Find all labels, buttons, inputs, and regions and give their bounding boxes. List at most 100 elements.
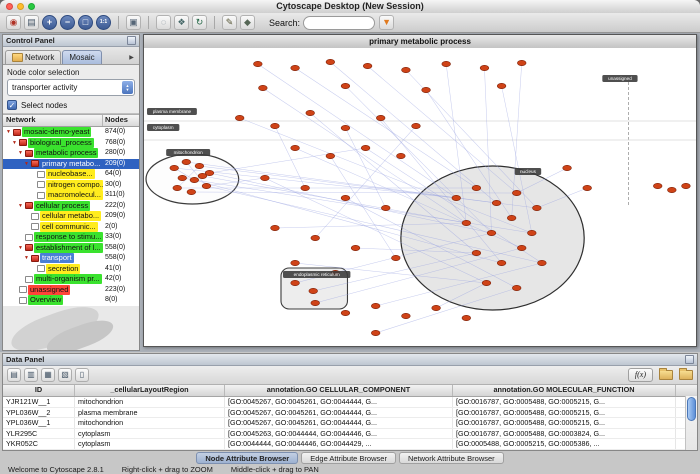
- graph-node[interactable]: [492, 200, 501, 205]
- column-header[interactable]: ID: [3, 385, 75, 396]
- graph-node[interactable]: [472, 250, 481, 255]
- graph-node[interactable]: [391, 255, 400, 260]
- delete-attribute-icon[interactable]: ▯: [75, 368, 89, 382]
- graph-edge[interactable]: [275, 126, 305, 188]
- tree-expander-icon[interactable]: ▼: [17, 148, 24, 158]
- graph-node[interactable]: [190, 177, 199, 182]
- graph-node[interactable]: [682, 183, 691, 188]
- graph-node[interactable]: [517, 60, 526, 65]
- network-tree-row[interactable]: cellular metabo...209(0): [3, 211, 139, 222]
- network-tree-row[interactable]: cell communic...2(0): [3, 222, 139, 233]
- graph-node[interactable]: [361, 145, 370, 150]
- graph-node[interactable]: [202, 183, 211, 188]
- network-tree-row[interactable]: ▼transport558(0): [3, 253, 139, 264]
- graph-node[interactable]: [363, 63, 372, 68]
- column-header[interactable]: annotation.GO CELLULAR_COMPONENT: [225, 385, 453, 396]
- graph-node[interactable]: [527, 230, 536, 235]
- snapshot-icon[interactable]: ▣: [126, 15, 141, 30]
- tree-column-nodes[interactable]: Nodes: [102, 115, 139, 126]
- graph-node[interactable]: [291, 260, 300, 265]
- graph-node[interactable]: [291, 65, 300, 70]
- graph-node[interactable]: [432, 305, 441, 310]
- network-tree-row[interactable]: response to stimu...33(0): [3, 232, 139, 243]
- network-canvas[interactable]: plasma membranecytoplasmmitochondrionnuc…: [144, 48, 696, 346]
- graph-node[interactable]: [402, 313, 411, 318]
- graph-node[interactable]: [452, 195, 461, 200]
- network-tree-row[interactable]: ▼establishment of l...558(0): [3, 243, 139, 254]
- graph-edge[interactable]: [315, 126, 416, 238]
- graph-edge[interactable]: [330, 62, 496, 203]
- graph-node[interactable]: [326, 153, 335, 158]
- graph-node[interactable]: [512, 190, 521, 195]
- save-session-icon[interactable]: ▤: [24, 15, 39, 30]
- float-panel-icon[interactable]: [685, 355, 694, 364]
- tab-network-attribute-browser[interactable]: Network Attribute Browser: [399, 452, 504, 464]
- graph-node[interactable]: [291, 280, 300, 285]
- graph-node[interactable]: [497, 260, 506, 265]
- network-graph[interactable]: plasma membranecytoplasmmitochondrionnuc…: [144, 48, 696, 346]
- title-bar[interactable]: Cytoscape Desktop (New Session): [0, 0, 700, 14]
- unselect-attributes-icon[interactable]: ▦: [41, 368, 55, 382]
- graph-node[interactable]: [487, 230, 496, 235]
- zoom-out-icon[interactable]: −: [60, 15, 75, 30]
- graph-node[interactable]: [311, 235, 320, 240]
- network-tree-row[interactable]: secretion41(0): [3, 264, 139, 275]
- graph-node[interactable]: [397, 153, 406, 158]
- minimize-window-button[interactable]: [17, 3, 24, 10]
- graph-edge[interactable]: [258, 64, 456, 198]
- graph-node[interactable]: [507, 215, 516, 220]
- graph-node[interactable]: [462, 315, 471, 320]
- save-attributes-icon[interactable]: ▤: [7, 368, 21, 382]
- tree-expander-icon[interactable]: ▼: [23, 253, 30, 263]
- graph-node[interactable]: [271, 225, 280, 230]
- zoom-window-button[interactable]: [28, 3, 35, 10]
- graph-node[interactable]: [198, 173, 207, 178]
- network-tree-row[interactable]: ▼biological_process768(0): [3, 138, 139, 149]
- graph-node[interactable]: [341, 83, 350, 88]
- graph-node[interactable]: [306, 110, 315, 115]
- table-row[interactable]: YLR295Ccytoplasm[GO:0045263, GO:0044444,…: [3, 429, 697, 440]
- graph-node[interactable]: [538, 260, 547, 265]
- graph-node[interactable]: [533, 205, 542, 210]
- network-tree-row[interactable]: nitrogen compo...30(0): [3, 180, 139, 191]
- table-row[interactable]: YKR052Ccytoplasm[GO:0044444, GO:0044446,…: [3, 439, 697, 450]
- tree-expander-icon[interactable]: ▼: [17, 201, 24, 211]
- graph-node[interactable]: [381, 205, 390, 210]
- float-panel-icon[interactable]: [127, 36, 136, 45]
- graph-node[interactable]: [301, 185, 310, 190]
- formula-builder-button[interactable]: f(x): [628, 368, 653, 382]
- apply-layout-icon[interactable]: ↻: [192, 15, 207, 30]
- network-view-titlebar[interactable]: primary metabolic process: [144, 35, 696, 49]
- tree-expander-icon[interactable]: ▼: [5, 127, 12, 137]
- graph-node[interactable]: [422, 87, 431, 92]
- graph-node[interactable]: [517, 245, 526, 250]
- graph-node[interactable]: [653, 183, 662, 188]
- scrollbar-thumb[interactable]: [687, 397, 696, 421]
- tree-column-network[interactable]: Network: [3, 115, 102, 126]
- tree-expander-icon[interactable]: ▼: [23, 159, 30, 169]
- graph-node[interactable]: [583, 185, 592, 190]
- folder-icon[interactable]: [679, 370, 693, 380]
- hide-selected-icon[interactable]: ◌: [156, 15, 171, 30]
- network-tree-row[interactable]: ▼cellular process222(0): [3, 201, 139, 212]
- tree-expander-icon[interactable]: ▼: [17, 243, 24, 253]
- plugins-icon[interactable]: ◆: [240, 15, 255, 30]
- graph-node[interactable]: [341, 195, 350, 200]
- network-tree-row[interactable]: ▼primary metabo...209(0): [3, 159, 139, 170]
- network-tree-row[interactable]: unassigned223(0): [3, 285, 139, 296]
- graph-node[interactable]: [271, 123, 280, 128]
- network-tree-row[interactable]: Overview8(0): [3, 295, 139, 306]
- graph-node[interactable]: [259, 85, 268, 90]
- tree-expander-icon[interactable]: ▼: [11, 138, 18, 148]
- graph-node[interactable]: [170, 165, 179, 170]
- new-network-from-selection-icon[interactable]: ❖: [174, 15, 189, 30]
- graph-node[interactable]: [563, 165, 572, 170]
- graph-node[interactable]: [371, 303, 380, 308]
- node-color-attribute-select[interactable]: transporter activity ▲▼: [7, 79, 135, 96]
- graph-node[interactable]: [326, 59, 335, 64]
- table-row[interactable]: YPL036W__1mitochondrion[GO:0045267, GO:0…: [3, 418, 697, 429]
- tab-edge-attribute-browser[interactable]: Edge Attribute Browser: [301, 452, 396, 464]
- filter-icon[interactable]: ▼: [379, 15, 394, 30]
- graph-node[interactable]: [667, 187, 676, 192]
- tab-scroll-right-icon[interactable]: ▶: [126, 52, 137, 64]
